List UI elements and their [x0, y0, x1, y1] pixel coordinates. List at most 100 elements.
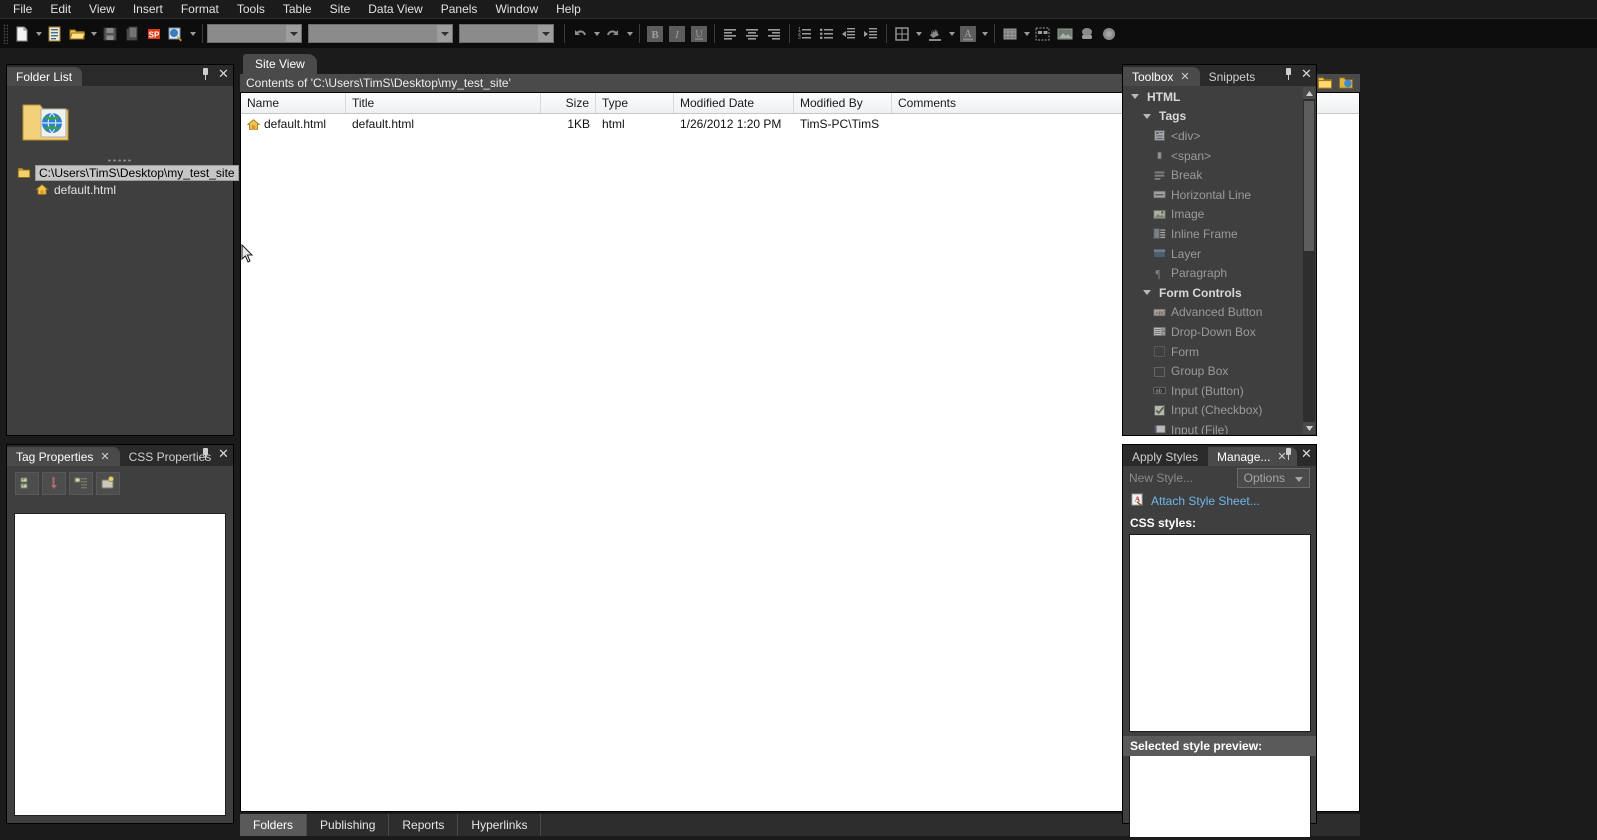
column-header-size[interactable]: Size [541, 93, 596, 113]
drop-down-box-icon [1152, 325, 1166, 338]
toolbox-item-horizontal-line[interactable]: Horizontal Line [1124, 185, 1303, 205]
toolbox-item-inline-frame[interactable]: Inline Frame [1124, 224, 1303, 244]
toolbox-item-div[interactable]: <div> [1124, 126, 1303, 146]
toolbox-item-layer[interactable]: Layer [1124, 244, 1303, 264]
menu-item-insert[interactable]: Insert [124, 0, 172, 18]
toolbox-item-html[interactable]: HTML [1124, 87, 1303, 107]
scroll-down-icon[interactable] [1303, 422, 1315, 434]
style-combo[interactable] [207, 24, 302, 43]
toolbox-item-advanced-button[interactable]: ABC Advanced Button [1124, 303, 1303, 323]
bottom-tab-reports[interactable]: Reports [389, 814, 459, 836]
column-header-modified-date[interactable]: Modified Date [674, 93, 794, 113]
css-styles-label: CSS styles: [1130, 516, 1197, 530]
publish-site-icon[interactable] [121, 23, 143, 45]
attach-style-sheet-link[interactable]: Attach Style Sheet... [1151, 494, 1260, 508]
font-size-combo[interactable] [459, 24, 554, 43]
close-icon[interactable]: ✕ [1301, 67, 1312, 80]
new-subsite-icon[interactable] [1338, 75, 1354, 93]
tab-apply-styles[interactable]: Apply Styles [1123, 447, 1209, 466]
mouse-cursor [241, 244, 254, 263]
toolbox-scrollbar[interactable] [1303, 87, 1315, 434]
folder-tree-item[interactable]: default.html [7, 181, 233, 198]
options-button[interactable]: Options [1236, 468, 1310, 488]
close-icon[interactable]: ✕ [218, 67, 229, 80]
tab-snippets[interactable]: Snippets [1199, 67, 1266, 86]
chevron-down-icon[interactable] [1140, 290, 1154, 296]
toolbox-item-input-checkbox[interactable]: Input (Checkbox) [1124, 401, 1303, 421]
attach-style-sheet-row[interactable]: A Attach Style Sheet... [1123, 490, 1316, 514]
toolbox-item-image[interactable]: Image [1124, 205, 1303, 225]
toolbox-item-tags[interactable]: Tags [1124, 107, 1303, 127]
menu-item-help[interactable]: Help [547, 0, 590, 18]
scroll-up-icon[interactable] [1303, 87, 1315, 99]
toolbox-item-drop-down-box[interactable]: Drop-Down Box [1124, 322, 1303, 342]
toolbox-item-form[interactable]: Form [1124, 342, 1303, 362]
pin-icon[interactable] [200, 448, 211, 460]
tab-tag-properties[interactable]: Tag Properties ✕ [7, 447, 120, 466]
show-categorized-button[interactable] [69, 471, 93, 495]
show-set-properties-button[interactable]: + + [15, 471, 39, 495]
chevron-down-icon[interactable] [1128, 94, 1142, 100]
open-dropdown-icon[interactable] [88, 23, 99, 45]
toolbar-separator [202, 24, 203, 43]
menu-item-format[interactable]: Format [172, 0, 228, 18]
close-icon[interactable]: ✕ [1301, 447, 1312, 460]
new-web-page-icon[interactable] [44, 23, 66, 45]
new-page-dropdown-icon[interactable] [33, 23, 44, 45]
chevron-down-icon[interactable] [286, 25, 301, 42]
css-styles-list[interactable] [1129, 534, 1311, 732]
save-icon[interactable] [99, 23, 121, 45]
toolbox-item-group-box[interactable]: Group Box [1124, 361, 1303, 381]
tab-close-icon[interactable]: ✕ [100, 450, 109, 463]
menu-item-edit[interactable]: Edit [41, 0, 80, 18]
menu-item-file[interactable]: File [4, 0, 41, 18]
pin-icon[interactable] [1283, 68, 1294, 80]
menu-item-site[interactable]: Site [321, 0, 360, 18]
scroll-thumb[interactable] [1304, 101, 1314, 251]
close-icon[interactable]: ✕ [218, 447, 229, 460]
insert-layer-icon [1032, 23, 1054, 45]
tag-properties-grid[interactable] [14, 513, 226, 816]
panel-splitter[interactable] [7, 158, 233, 163]
folder-tree-item[interactable]: C:\Users\TimS\Desktop\my_test_site [7, 164, 239, 181]
open-folder-icon[interactable] [66, 23, 88, 45]
toolbox-item-span[interactable]: <span> [1124, 146, 1303, 166]
toolbox-item-input-file[interactable]: Input (File) [1124, 420, 1303, 434]
column-header-type[interactable]: Type [596, 93, 674, 113]
new-page-icon[interactable] [11, 23, 33, 45]
new-folder-icon[interactable] [1317, 75, 1333, 93]
tab-folder-list[interactable]: Folder List [7, 67, 83, 86]
pin-icon[interactable] [200, 68, 211, 80]
bottom-tab-folders[interactable]: Folders [240, 814, 308, 836]
show-all-properties-button[interactable] [42, 471, 66, 495]
menu-item-tools[interactable]: Tools [228, 0, 274, 18]
tab-site-view[interactable]: Site View [243, 54, 317, 74]
menu-item-view[interactable]: View [80, 0, 124, 18]
column-header-modified-by[interactable]: Modified By [794, 93, 892, 113]
menu-item-data-view[interactable]: Data View [359, 0, 431, 18]
column-header-title[interactable]: Title [346, 93, 541, 113]
sharepoint-icon[interactable]: SP [143, 23, 165, 45]
preview-dropdown-icon[interactable] [187, 23, 198, 45]
tab-close-icon[interactable]: ✕ [1180, 70, 1189, 83]
pin-icon[interactable] [1283, 448, 1294, 460]
font-combo[interactable] [308, 24, 453, 43]
bottom-tab-publishing[interactable]: Publishing [307, 814, 390, 836]
bottom-tab-hyperlinks[interactable]: Hyperlinks [458, 814, 542, 836]
menu-item-window[interactable]: Window [486, 0, 547, 18]
show-alphabetized-button[interactable] [96, 471, 120, 495]
menu-item-panels[interactable]: Panels [432, 0, 487, 18]
toolbox-item-form-controls[interactable]: Form Controls [1124, 283, 1303, 303]
panel-controls: ✕ [1283, 447, 1312, 460]
column-header-name[interactable]: Name [241, 93, 346, 113]
chevron-down-icon[interactable] [538, 25, 553, 42]
toolbox-item-paragraph[interactable]: ¶ Paragraph [1124, 263, 1303, 283]
toolbox-item-input-button[interactable]: ab Input (Button) [1124, 381, 1303, 401]
tab-toolbox[interactable]: Toolbox ✕ [1123, 67, 1200, 86]
menu-item-table[interactable]: Table [274, 0, 321, 18]
chevron-down-icon[interactable] [1140, 113, 1154, 119]
toolbar-grip[interactable] [3, 23, 8, 44]
chevron-down-icon[interactable] [437, 25, 452, 42]
toolbox-item-break[interactable]: Break [1124, 165, 1303, 185]
preview-in-browser-icon[interactable] [165, 23, 187, 45]
